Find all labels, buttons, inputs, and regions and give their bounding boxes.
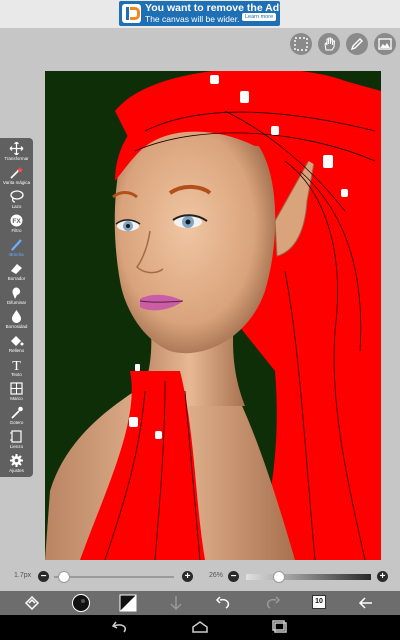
tool-label: Lienzo: [9, 444, 24, 449]
tool-settings[interactable]: Ajustes: [0, 452, 33, 476]
tool-label: Difuminar: [6, 300, 27, 305]
tool-blur[interactable]: Borrosidad: [0, 308, 33, 332]
tool-label: Transformar: [4, 156, 29, 161]
hand-icon: [324, 37, 336, 51]
brush-size-knob[interactable]: [57, 571, 70, 583]
pencil-button[interactable]: [346, 33, 368, 55]
selection-button[interactable]: [290, 33, 312, 55]
lasso-icon: [10, 190, 24, 203]
nav-home-icon[interactable]: [190, 620, 210, 634]
tool-label: Marco: [10, 396, 23, 401]
ad-bar: You want to remove the Ad? The canvas wi…: [0, 0, 400, 28]
top-toolbar: [290, 33, 396, 55]
ad-banner[interactable]: You want to remove the Ad? The canvas wi…: [119, 1, 280, 26]
magic-wand-icon: [10, 167, 23, 179]
opacity-decrease-button[interactable]: −: [228, 571, 239, 582]
nav-recent-apps-icon[interactable]: [270, 620, 290, 634]
redo-icon[interactable]: [262, 593, 282, 613]
svg-text:T: T: [12, 359, 21, 371]
brush-size-decrease-button[interactable]: −: [38, 571, 49, 582]
move-icon: [9, 142, 24, 155]
brush-size-slider[interactable]: [54, 576, 174, 578]
eraser-icon: [11, 264, 22, 274]
ad-subtitle: The canvas will be wider.: [145, 14, 240, 24]
color-picker-button[interactable]: [71, 593, 91, 613]
opacity-increase-button[interactable]: +: [377, 571, 388, 582]
slider-row: 1.7px − + 26% − +: [0, 568, 400, 586]
tool-smudge[interactable]: Difuminar: [0, 284, 33, 308]
layer-count: 10: [315, 598, 323, 605]
brush-color-swatch[interactable]: [118, 593, 138, 613]
tool-label: Gotero: [9, 420, 24, 425]
tool-label: Relleno: [8, 348, 25, 353]
tool-label: Filtro: [11, 228, 22, 233]
frame-icon: [10, 382, 23, 395]
tool-text[interactable]: T Texto: [0, 356, 33, 380]
tool-label: Borrosidad: [5, 324, 28, 329]
action-bar: 10: [0, 591, 400, 615]
opacity-slider[interactable]: [246, 574, 371, 580]
tool-brush[interactable]: Brocha: [0, 236, 33, 260]
tool-panel: Transformar Varita mágica Lazo FX Filtro…: [0, 138, 33, 477]
tool-label: Texto: [11, 372, 22, 377]
tool-magic-wand[interactable]: Varita mágica: [0, 164, 33, 188]
tool-label: Borrador: [7, 276, 26, 281]
tool-filter[interactable]: FX Filtro: [0, 212, 33, 236]
text-icon: T: [12, 359, 21, 371]
tool-eraser[interactable]: Borrador: [0, 260, 33, 284]
smudge-icon: [12, 287, 21, 299]
gear-icon: [10, 454, 23, 467]
canvas-icon: [10, 430, 22, 443]
tool-transform[interactable]: Transformar: [0, 140, 33, 164]
bucket-icon: [11, 336, 24, 346]
tool-label: Ajustes: [9, 468, 24, 473]
undo-icon[interactable]: [214, 593, 234, 613]
layers-button[interactable]: 10: [309, 593, 329, 613]
tool-label: Brocha: [9, 252, 24, 257]
brush-size-label: 1.7px: [14, 572, 32, 579]
tool-label: Lazo: [11, 204, 22, 209]
tool-frame[interactable]: Marco: [0, 380, 33, 404]
tool-eyedropper[interactable]: Gotero: [0, 404, 33, 428]
drawing-canvas[interactable]: [45, 71, 381, 560]
drop-icon: [12, 310, 21, 323]
brush-icon: [11, 239, 22, 251]
system-nav-bar: [0, 615, 400, 640]
tool-canvas[interactable]: Lienzo: [0, 428, 33, 452]
ad-learn-more-button[interactable]: Learn more: [242, 13, 277, 21]
svg-text:FX: FX: [12, 218, 21, 225]
back-arrow-icon[interactable]: [356, 593, 376, 613]
image-button[interactable]: [374, 33, 396, 55]
selection-icon: [294, 37, 308, 51]
download-icon[interactable]: [166, 593, 186, 613]
ibis-logo-icon: [122, 4, 141, 23]
tool-lasso[interactable]: Lazo: [0, 188, 33, 212]
hand-button[interactable]: [318, 33, 340, 55]
eyedropper-icon: [11, 406, 23, 419]
nav-back-icon[interactable]: [110, 620, 130, 634]
brush-size-increase-button[interactable]: +: [182, 571, 193, 582]
artwork: [45, 71, 381, 560]
fx-icon: FX: [10, 214, 23, 227]
opacity-knob[interactable]: [272, 571, 285, 583]
tool-label: Varita mágica: [2, 180, 31, 185]
pencil-icon: [350, 38, 363, 51]
image-icon: [378, 38, 392, 50]
swap-rotate-button[interactable]: [22, 593, 42, 613]
opacity-label: 26%: [209, 572, 224, 579]
tool-fill[interactable]: Relleno: [0, 332, 33, 356]
